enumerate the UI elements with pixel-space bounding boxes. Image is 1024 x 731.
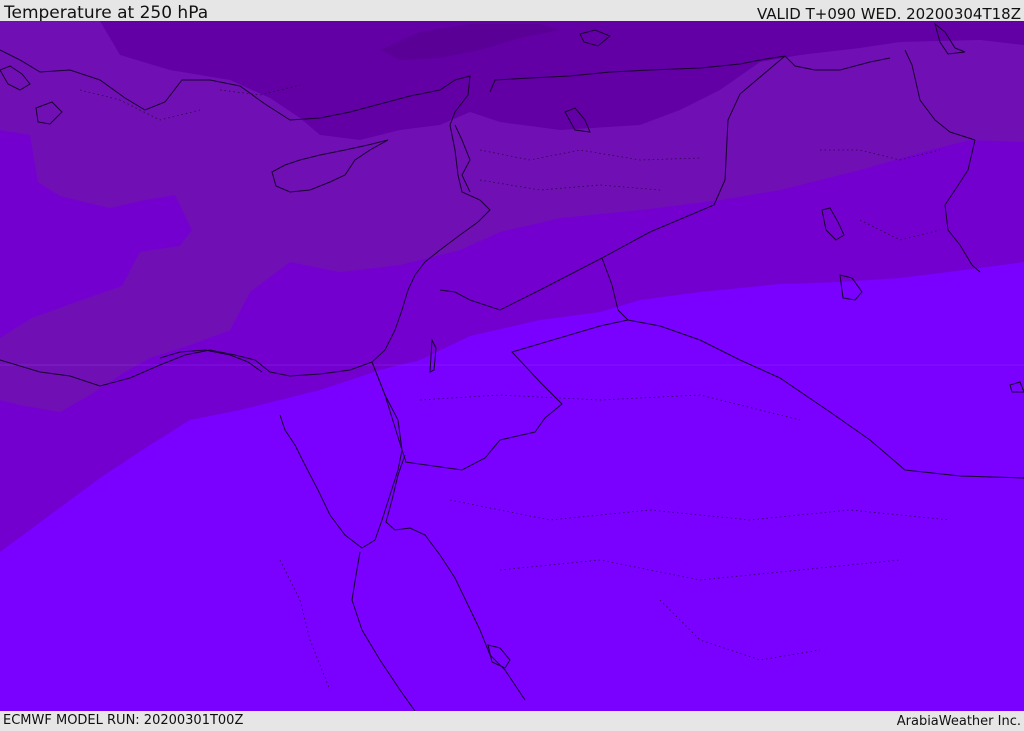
weather-map[interactable] [0,21,1024,711]
model-run-label: ECMWF MODEL RUN: 20200301T00Z [3,713,244,728]
map-title: Temperature at 250 hPa [4,3,209,23]
map-header: Temperature at 250 hPa VALID T+090 WED. … [0,0,1024,23]
map-footer: ECMWF MODEL RUN: 20200301T00Z ArabiaWeat… [0,711,1024,729]
credit-label: ArabiaWeather Inc. [896,714,1021,729]
map-canvas [0,21,1024,711]
